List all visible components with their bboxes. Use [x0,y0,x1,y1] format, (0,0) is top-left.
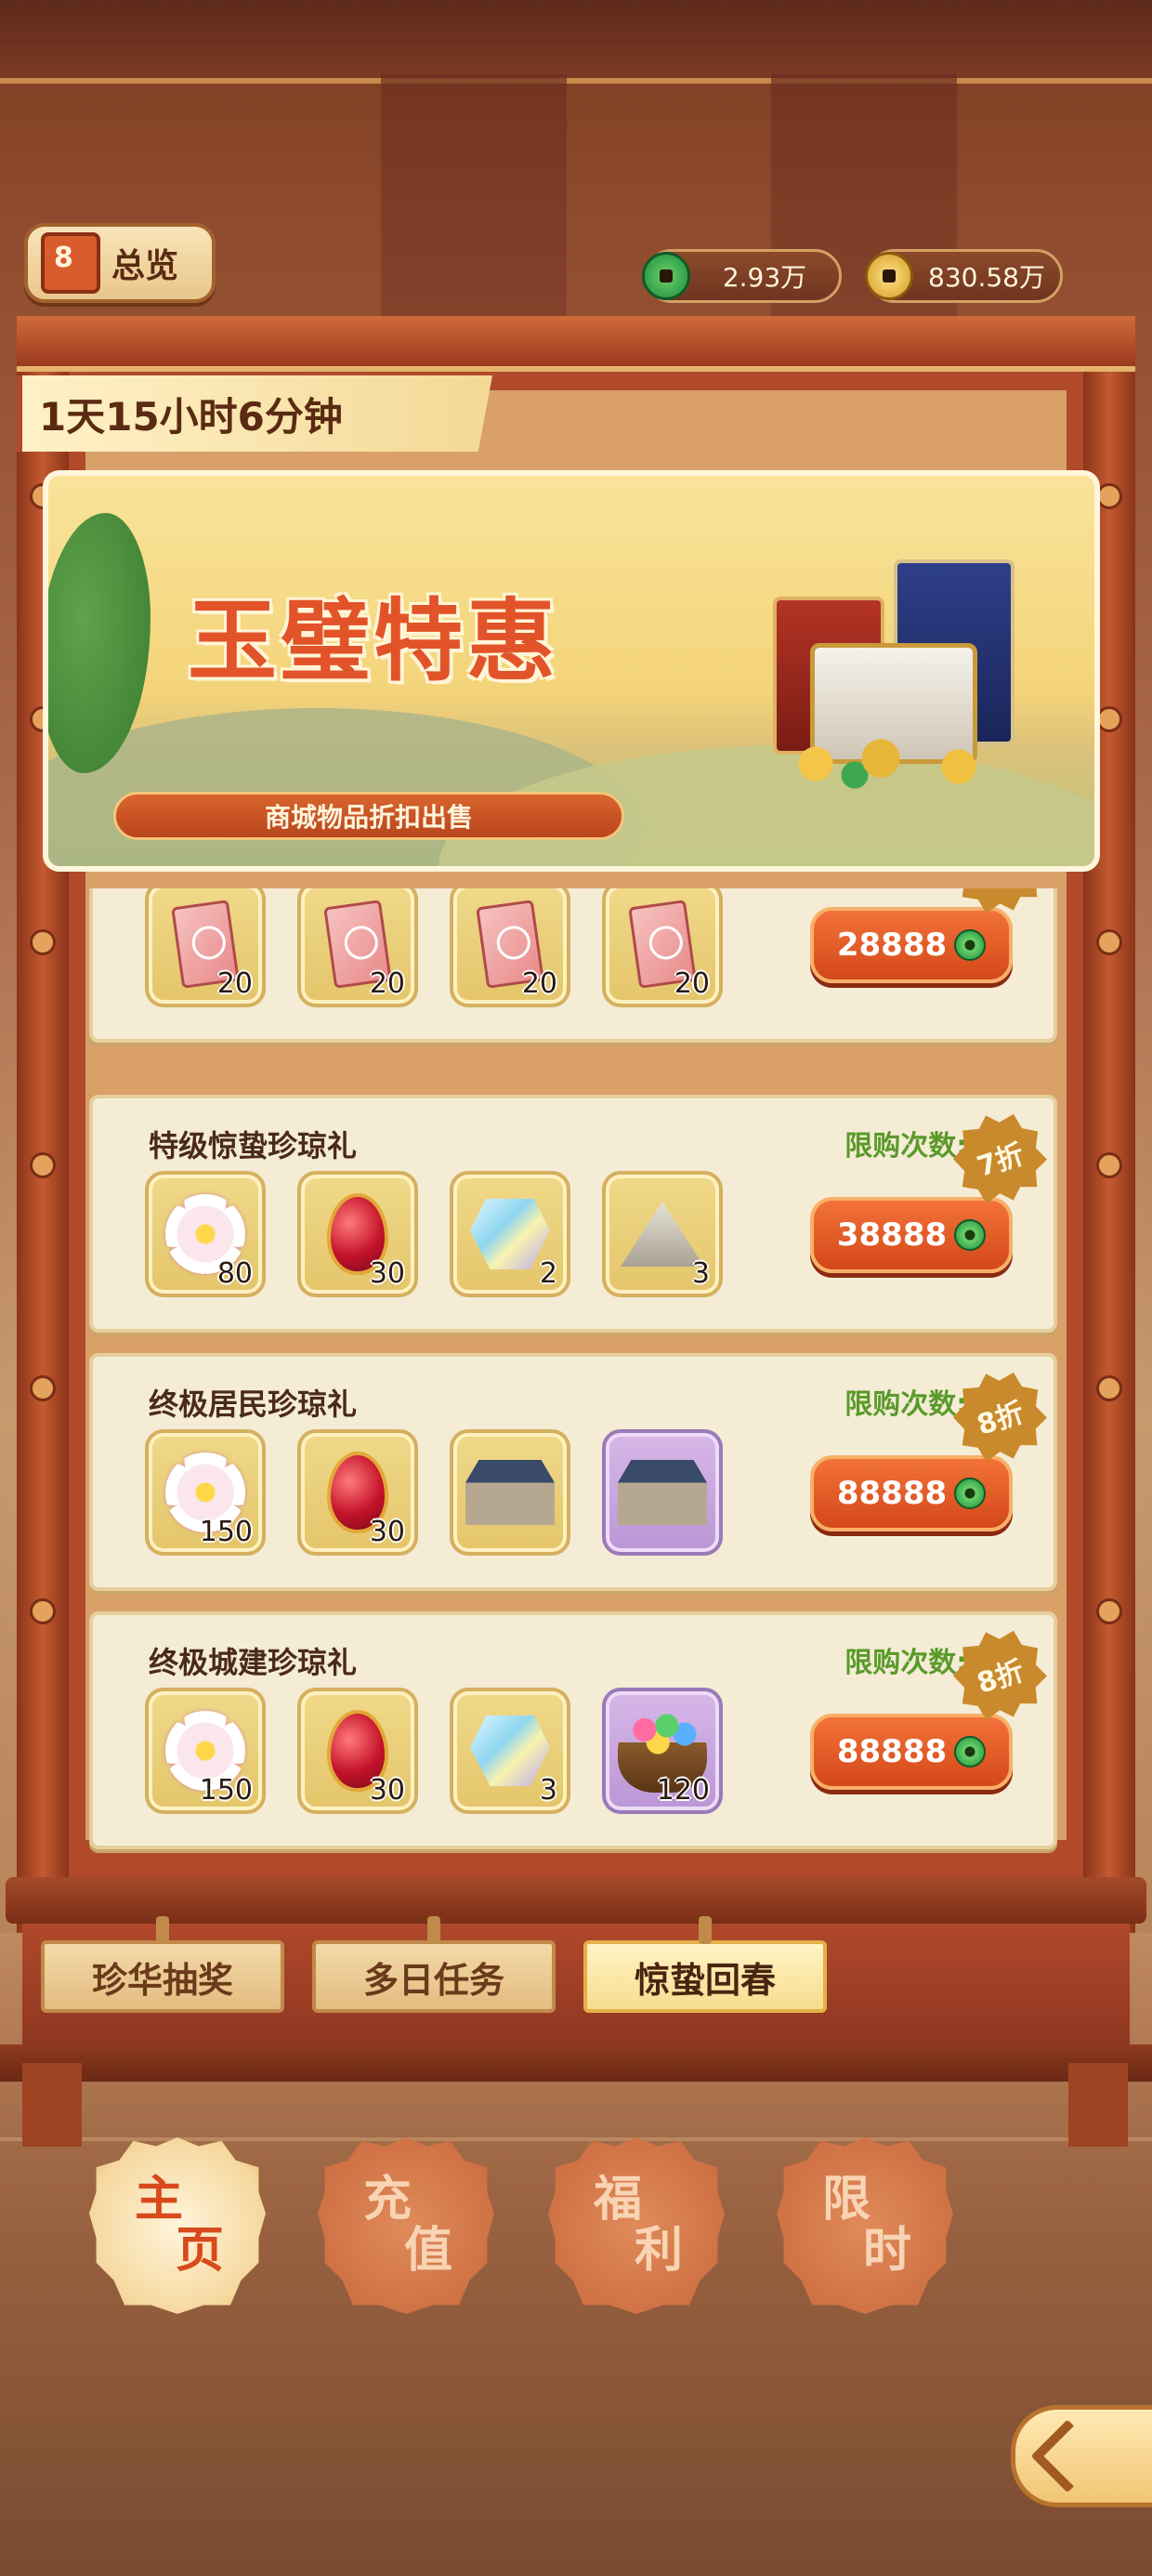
jade-coin-icon [954,1736,987,1768]
gift-item[interactable]: 80 [145,1171,266,1297]
price: 28888 [836,927,948,964]
nav-label: 充 [363,2172,412,2228]
gift-item[interactable]: 150 [145,1429,266,1556]
gift-list[interactable]: 20 20 20 20 28888 7折 特级惊蛰珍琼礼 限购次数:1/1 80… [89,888,1057,1864]
gift-item[interactable]: 120 [602,1688,723,1814]
jade-currency[interactable]: 2.93万 [642,249,842,303]
item-quantity: 30 [369,1774,405,1807]
treasure-chest-icon [754,559,1033,792]
nav-label: 时 [862,2223,911,2279]
nav-label: 限 [822,2172,871,2228]
gift-item[interactable]: 3 [602,1171,723,1297]
item-quantity: 150 [199,1774,253,1807]
gift-item[interactable]: 20 [145,888,266,1007]
gift-item[interactable]: 30 [297,1429,418,1556]
gold-amount: 830.58万 [928,262,1045,293]
nav-label: 值 [403,2223,452,2279]
gift-card: 终极城建珍琼礼 限购次数:2/2 150 30 3 120 88888 8折 [89,1611,1057,1849]
item-quantity: 30 [369,1516,405,1548]
gift-item[interactable]: 150 [145,1688,266,1814]
buy-button[interactable]: 28888 [810,907,1013,983]
price: 88888 [836,1475,948,1512]
item-quantity: 30 [369,1257,405,1290]
gift-name: 终极居民珍琼礼 [149,1387,358,1422]
gold-currency[interactable]: 830.58万 [865,249,1063,303]
gift-card: 20 20 20 20 28888 7折 [89,888,1057,1043]
gold-coin-icon [865,252,913,300]
item-quantity: 80 [216,1257,253,1290]
house-icon [618,1460,707,1525]
gift-item[interactable]: 20 [602,888,723,1007]
item-quantity: 20 [216,967,253,1000]
price: 88888 [836,1733,948,1770]
gift-item[interactable] [602,1429,723,1556]
nav-label: 页 [175,2223,224,2279]
subtab-label: 多日任务 [362,1959,504,2001]
gift-item[interactable]: 30 [297,1688,418,1814]
jade-amount: 2.93万 [722,262,807,293]
jade-coin-icon [954,929,987,961]
crystal-icon [470,1199,550,1269]
item-quantity: 3 [691,1257,710,1290]
buy-button[interactable]: 88888 [810,1455,1013,1531]
event-banner: 玉璧特惠 商城物品折扣出售 [43,470,1100,872]
item-quantity: 150 [199,1516,253,1548]
event-timer: 1天15小时6分钟 [17,375,492,452]
item-quantity: 120 [656,1774,710,1807]
gift-card: 特级惊蛰珍琼礼 限购次数:1/1 80 30 2 3 38888 7折 [89,1095,1057,1333]
gift-name: 终极城建珍琼礼 [149,1645,358,1680]
gift-item[interactable]: 3 [450,1688,570,1814]
frame-top-beam [17,316,1135,372]
item-quantity: 2 [539,1257,557,1290]
subtab-lottery[interactable]: 珍华抽奖 [41,1916,284,2013]
buy-button[interactable]: 88888 [810,1714,1013,1790]
subtab-multiday-tasks[interactable]: 多日任务 [312,1916,556,2013]
back-button[interactable] [1011,2405,1152,2507]
gift-item[interactable]: 30 [297,1171,418,1297]
gift-item[interactable] [450,1429,570,1556]
gift-card: 终极居民珍琼礼 限购次数:2/2 150 30 88888 8折 [89,1353,1057,1591]
item-quantity: 20 [369,967,405,1000]
gift-item[interactable]: 20 [297,888,418,1007]
gift-item[interactable]: 20 [450,888,570,1007]
overview-button[interactable]: 总览 [24,223,216,303]
top-ornament [0,0,1152,84]
banner-subtitle: 商城物品折扣出售 [113,792,624,840]
gift-item[interactable]: 2 [450,1171,570,1297]
back-arrow-icon [1030,2419,1105,2493]
nav-label: 福 [594,2172,643,2228]
jade-coin-icon [642,252,690,300]
item-quantity: 20 [674,967,710,1000]
overview-label: 总览 [111,247,179,285]
subtab-label: 珍华抽奖 [91,1959,233,2001]
item-quantity: 20 [521,967,557,1000]
jade-coin-icon [954,1219,987,1251]
item-quantity: 3 [539,1774,557,1807]
subtab-spring-awakening[interactable]: 惊蛰回春 [583,1916,827,2013]
nav-label: 主 [135,2172,184,2228]
calendar-book-icon [41,232,100,294]
house-icon [465,1460,555,1525]
gift-name: 特级惊蛰珍琼礼 [149,1128,358,1163]
nav-label: 利 [634,2223,683,2279]
price: 38888 [836,1216,948,1254]
subtab-label: 惊蛰回春 [634,1959,776,2001]
banner-title: 玉璧特惠 [188,589,559,693]
crystal-icon [470,1715,550,1786]
jade-coin-icon [954,1478,987,1509]
buy-button[interactable]: 38888 [810,1197,1013,1273]
